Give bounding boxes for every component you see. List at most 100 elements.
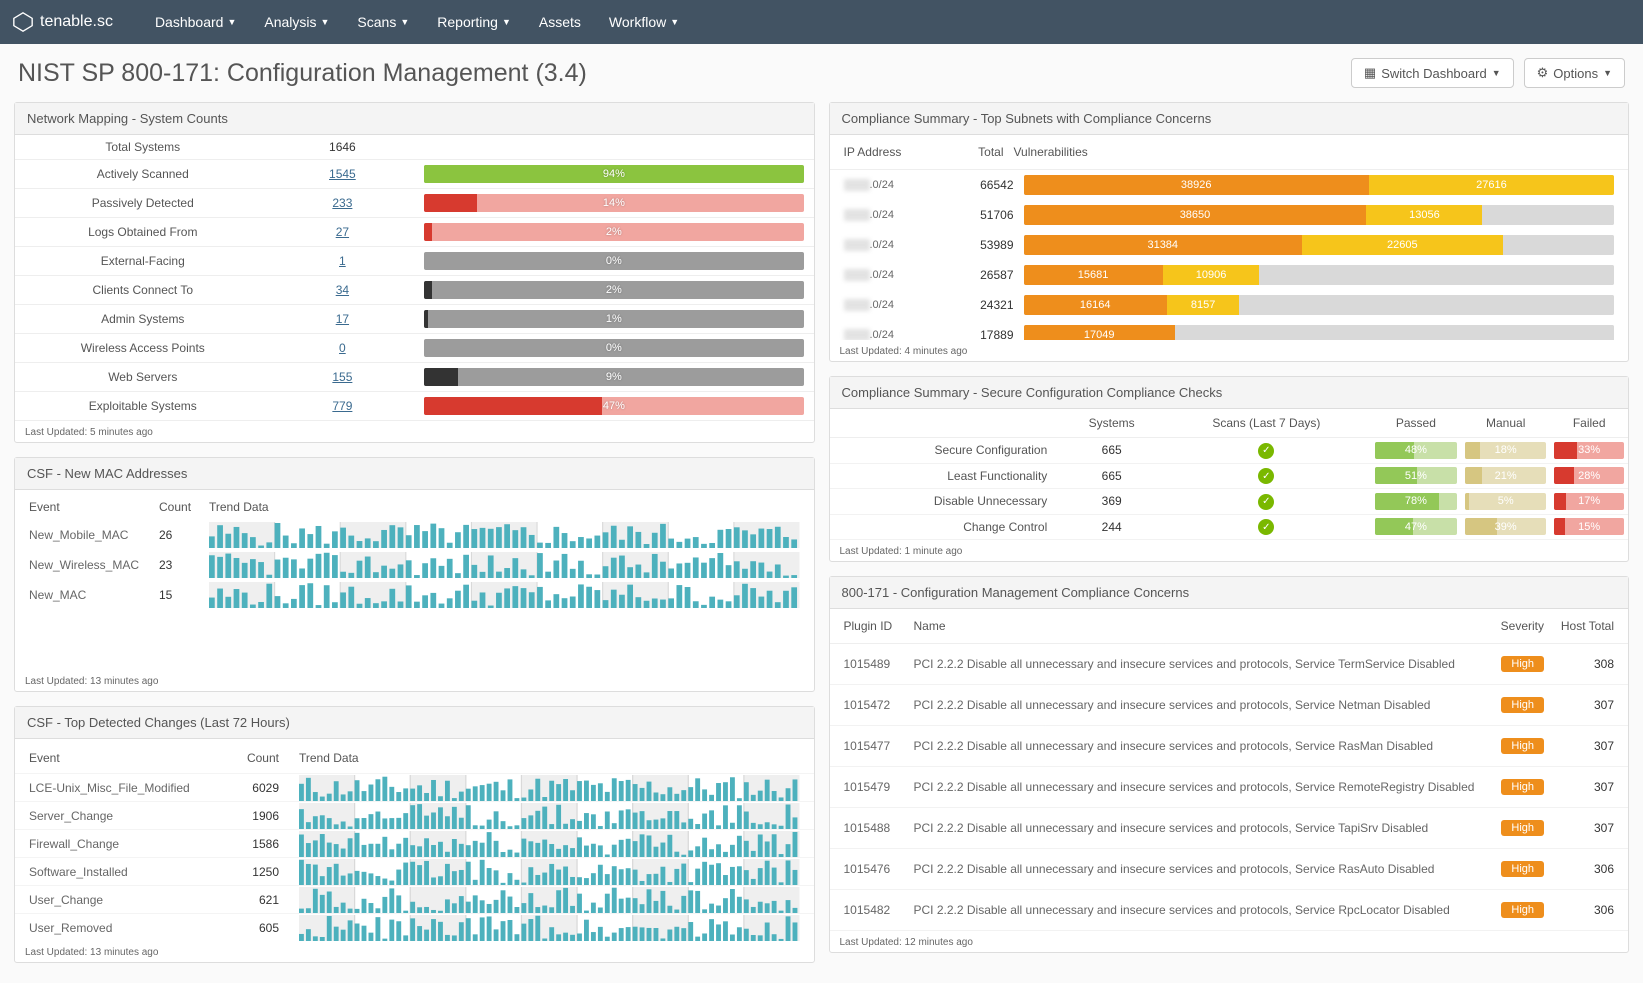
check-icon: ✓ xyxy=(1258,443,1274,459)
severity-badge: High xyxy=(1501,902,1544,918)
panel-title: CSF - Top Detected Changes (Last 72 Hour… xyxy=(15,707,814,739)
page-title: NIST SP 800-171: Configuration Managemen… xyxy=(18,59,587,88)
sparkline xyxy=(209,582,800,608)
table-row: User_Removed605 xyxy=(15,913,814,941)
panel-checks: Compliance Summary - Secure Configuratio… xyxy=(829,376,1630,562)
navbar: tenable.sc Dashboard▼Analysis▼Scans▼Repo… xyxy=(0,0,1643,44)
count-link[interactable]: 779 xyxy=(332,399,352,413)
sparkline xyxy=(299,915,800,941)
table-row: xxxx.0/2424321161648157 xyxy=(830,290,1629,320)
severity-badge: High xyxy=(1501,697,1544,713)
table-row: xxxx.0/241788917049 xyxy=(830,320,1629,340)
count-link[interactable]: 0 xyxy=(339,341,346,355)
last-updated: Last Updated: 1 minute ago xyxy=(830,540,1629,561)
table-row: Passively Detected23314% xyxy=(15,189,814,218)
severity-badge: High xyxy=(1501,820,1544,836)
severity-badge: High xyxy=(1501,861,1544,877)
table-row: Disable Unnecessary369✓78%5%17% xyxy=(830,489,1629,515)
table-row: External-Facing10% xyxy=(15,247,814,276)
table-row: xxxx.0/24265871568110906 xyxy=(830,260,1629,290)
page-header: NIST SP 800-171: Configuration Managemen… xyxy=(0,44,1643,102)
check-icon: ✓ xyxy=(1258,519,1274,535)
caret-down-icon: ▼ xyxy=(1603,68,1612,78)
table-row: Clients Connect To342% xyxy=(15,276,814,305)
table-row: xxxx.0/24665423892627616 xyxy=(830,170,1629,200)
check-icon: ✓ xyxy=(1258,468,1274,484)
caret-down-icon: ▼ xyxy=(502,17,511,27)
table-row[interactable]: 1015472PCI 2.2.2 Disable all unnecessary… xyxy=(830,685,1629,726)
count-link[interactable]: 233 xyxy=(332,196,352,210)
table-row: New_Mobile_MAC26 xyxy=(15,520,814,550)
table-row[interactable]: 1015476PCI 2.2.2 Disable all unnecessary… xyxy=(830,849,1629,890)
brand-text: tenable.sc xyxy=(40,13,113,31)
count-link[interactable]: 17 xyxy=(336,312,349,326)
options-button[interactable]: ⚙ Options ▼ xyxy=(1524,58,1625,88)
last-updated: Last Updated: 13 minutes ago xyxy=(15,941,814,962)
table-row: New_Wireless_MAC23 xyxy=(15,550,814,580)
nav-item-assets[interactable]: Assets xyxy=(525,0,595,44)
sparkline xyxy=(299,775,800,801)
nav-item-workflow[interactable]: Workflow▼ xyxy=(595,0,693,44)
nav-item-dashboard[interactable]: Dashboard▼ xyxy=(141,0,250,44)
table-row: Logs Obtained From272% xyxy=(15,218,814,247)
caret-down-icon: ▼ xyxy=(1492,68,1501,78)
panel-top-changes: CSF - Top Detected Changes (Last 72 Hour… xyxy=(14,706,815,963)
gear-icon: ⚙ xyxy=(1537,65,1549,81)
panel-concerns: 800-171 - Configuration Management Compl… xyxy=(829,576,1630,953)
panel-title: Compliance Summary - Top Subnets with Co… xyxy=(830,103,1629,135)
nav-item-reporting[interactable]: Reporting▼ xyxy=(423,0,525,44)
table-row[interactable]: 1015488PCI 2.2.2 Disable all unnecessary… xyxy=(830,808,1629,849)
stacked-bar: 3892627616 xyxy=(1024,175,1615,195)
count-link[interactable]: 1 xyxy=(339,254,346,268)
sparkline xyxy=(209,552,800,578)
sparkline xyxy=(299,803,800,829)
panel-network-mapping: Network Mapping - System Counts Total Sy… xyxy=(14,102,815,443)
count-link[interactable]: 1545 xyxy=(329,167,356,181)
sparkline xyxy=(299,831,800,857)
panel-title: 800-171 - Configuration Management Compl… xyxy=(830,577,1629,609)
stacked-bar: 17049 xyxy=(1024,325,1615,340)
sparkline xyxy=(299,887,800,913)
last-updated: Last Updated: 5 minutes ago xyxy=(15,421,814,442)
table-row[interactable]: 1015482PCI 2.2.2 Disable all unnecessary… xyxy=(830,890,1629,931)
severity-badge: High xyxy=(1501,779,1544,795)
count-link[interactable]: 34 xyxy=(336,283,349,297)
severity-badge: High xyxy=(1501,656,1544,672)
table-row[interactable]: 1015489PCI 2.2.2 Disable all unnecessary… xyxy=(830,644,1629,685)
table-row: Least Functionality665✓51%21%28% xyxy=(830,463,1629,489)
stacked-bar: 3138422605 xyxy=(1024,235,1615,255)
table-row[interactable]: 1015477PCI 2.2.2 Disable all unnecessary… xyxy=(830,726,1629,767)
sparkline xyxy=(299,859,800,885)
last-updated: Last Updated: 13 minutes ago xyxy=(15,670,814,691)
nav-item-scans[interactable]: Scans▼ xyxy=(343,0,423,44)
table-row: Server_Change1906 xyxy=(15,801,814,829)
table-row: Firewall_Change1586 xyxy=(15,829,814,857)
table-row: Web Servers1559% xyxy=(15,363,814,392)
panel-subnets: Compliance Summary - Top Subnets with Co… xyxy=(829,102,1630,362)
table-row: Admin Systems171% xyxy=(15,305,814,334)
panel-title: Compliance Summary - Secure Configuratio… xyxy=(830,377,1629,409)
stacked-bar: 3865013056 xyxy=(1024,205,1615,225)
caret-down-icon: ▼ xyxy=(321,17,330,27)
table-row: Secure Configuration665✓48%18%33% xyxy=(830,438,1629,464)
count-link[interactable]: 155 xyxy=(332,370,352,384)
stacked-bar: 1568110906 xyxy=(1024,265,1615,285)
switch-dashboard-button[interactable]: ▦ Switch Dashboard ▼ xyxy=(1351,58,1514,88)
table-row: Actively Scanned154594% xyxy=(15,160,814,189)
table-row: Change Control244✓47%39%15% xyxy=(830,514,1629,540)
table-row: Total Systems1646 xyxy=(15,135,814,160)
caret-down-icon: ▼ xyxy=(400,17,409,27)
last-updated: Last Updated: 12 minutes ago xyxy=(830,931,1629,952)
panel-title: Network Mapping - System Counts xyxy=(15,103,814,135)
table-row: LCE-Unix_Misc_File_Modified6029 xyxy=(15,773,814,801)
nav-item-analysis[interactable]: Analysis▼ xyxy=(250,0,343,44)
logo[interactable]: tenable.sc xyxy=(12,11,113,33)
tenable-icon xyxy=(12,11,34,33)
table-row: xxxx.0/24517063865013056 xyxy=(830,200,1629,230)
table-row[interactable]: 1015479PCI 2.2.2 Disable all unnecessary… xyxy=(830,767,1629,808)
table-row: xxxx.0/24539893138422605 xyxy=(830,230,1629,260)
table-row: New_MAC15 xyxy=(15,580,814,610)
table-row: Wireless Access Points00% xyxy=(15,334,814,363)
count-link[interactable]: 27 xyxy=(336,225,349,239)
grid-icon: ▦ xyxy=(1364,65,1376,81)
